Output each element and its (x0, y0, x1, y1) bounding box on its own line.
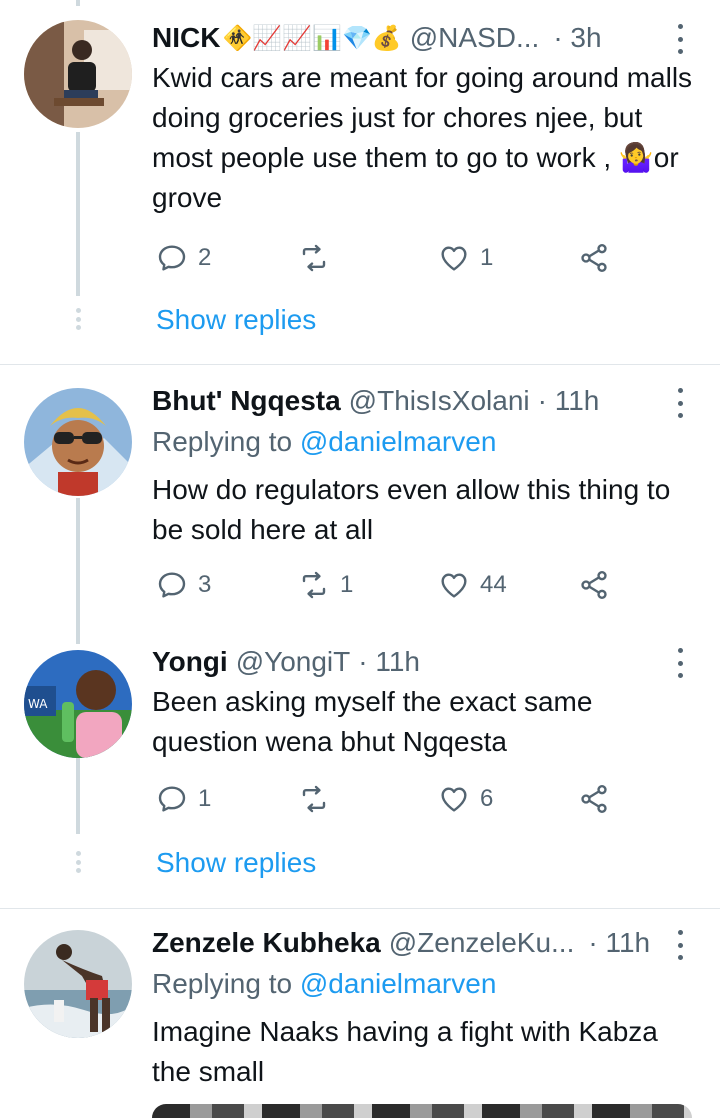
display-name[interactable]: Zenzele Kubheka (152, 927, 381, 959)
handle[interactable]: @YongiT (236, 646, 351, 678)
tweet-header: Zenzele Kubheka @ZenzeleKu... · 11h (152, 923, 650, 963)
timestamp[interactable]: · 11h (538, 385, 600, 417)
svg-text:WA: WA (28, 697, 48, 711)
share-button[interactable] (578, 242, 610, 274)
reply-icon (158, 245, 186, 271)
divider (0, 908, 720, 909)
tweet-text: Kwid cars are meant for going around mal… (152, 62, 693, 213)
retweet-icon (302, 244, 326, 272)
retweet-button[interactable]: 1 (298, 569, 353, 601)
tweet-header: Bhut' Ngqesta @ThisIsXolani · 11h (152, 381, 599, 421)
retweet-icon (302, 571, 326, 599)
like-count: 1 (480, 244, 494, 271)
tweet-text: Been asking myself the exact same questi… (152, 686, 593, 757)
reply-icon (158, 572, 186, 598)
replying-to-handle[interactable]: @danielmarven (300, 426, 497, 457)
more-icon[interactable] (668, 930, 692, 960)
divider (0, 364, 720, 365)
replying-to: Replying to @danielmarven (152, 968, 496, 1000)
retweet-icon (302, 785, 326, 813)
avatar[interactable] (24, 20, 132, 128)
display-name[interactable]: NICK (152, 22, 220, 54)
reply-button[interactable]: 3 (156, 569, 211, 601)
name-emojis: 🚸📈📈📊💎💰 (222, 24, 402, 52)
timestamp[interactable]: · 11h (358, 646, 420, 678)
handle[interactable]: @ThisIsXolani (349, 385, 530, 417)
like-count: 44 (480, 571, 507, 598)
tweet-header: Yongi @YongiT · 11h (152, 642, 420, 682)
replying-to: Replying to @danielmarven (152, 426, 496, 458)
tweet-text: Imagine Naaks having a fight with Kabza … (152, 1016, 658, 1087)
timestamp[interactable]: · 3h (553, 22, 601, 54)
handle[interactable]: @NASD... (410, 22, 540, 54)
share-icon (581, 571, 607, 599)
timestamp[interactable]: · 11h (588, 927, 650, 959)
heart-icon (441, 787, 467, 812)
show-replies-link[interactable]: Show replies (156, 304, 316, 336)
share-button[interactable] (578, 783, 610, 815)
heart-icon (441, 246, 467, 271)
retweet-count: 1 (340, 571, 354, 598)
share-button[interactable] (578, 569, 610, 601)
avatar[interactable] (24, 388, 132, 496)
avatar[interactable]: WA (24, 650, 132, 758)
retweet-button[interactable] (298, 242, 340, 274)
like-button[interactable]: 44 (438, 569, 507, 601)
replying-to-prefix: Replying to (152, 426, 293, 457)
thread-line-top (76, 0, 80, 6)
reply-count: 3 (198, 571, 212, 598)
display-name[interactable]: Bhut' Ngqesta (152, 385, 341, 417)
like-button[interactable]: 1 (438, 242, 493, 274)
reply-button[interactable]: 2 (156, 242, 211, 274)
more-icon[interactable] (668, 648, 692, 678)
heart-icon (441, 573, 467, 598)
replying-to-handle[interactable]: @danielmarven (300, 968, 497, 999)
display-name[interactable]: Yongi (152, 646, 228, 678)
retweet-button[interactable] (298, 783, 340, 815)
like-button[interactable]: 6 (438, 783, 493, 815)
reply-icon (158, 786, 186, 812)
thread-line (76, 498, 80, 644)
thread-line (76, 132, 80, 296)
handle[interactable]: @ZenzeleKu... (389, 927, 575, 959)
like-count: 6 (480, 785, 494, 812)
tweet-media-preview[interactable] (152, 1104, 692, 1118)
thread-ellipsis (74, 308, 82, 330)
avatar[interactable] (24, 930, 132, 1038)
more-icon[interactable] (668, 24, 692, 54)
thread-line (76, 758, 80, 834)
reply-count: 2 (198, 244, 212, 271)
tweet-text: How do regulators even allow this thing … (152, 474, 671, 545)
show-replies-link[interactable]: Show replies (156, 847, 316, 879)
replying-to-prefix: Replying to (152, 968, 293, 999)
reply-count: 1 (198, 785, 212, 812)
more-icon[interactable] (668, 388, 692, 418)
reply-button[interactable]: 1 (156, 783, 211, 815)
share-icon (581, 244, 607, 272)
thread-ellipsis (74, 851, 82, 873)
share-icon (581, 785, 607, 813)
tweet-header: NICK 🚸📈📈📊💎💰 @NASD... · 3h (152, 18, 602, 58)
